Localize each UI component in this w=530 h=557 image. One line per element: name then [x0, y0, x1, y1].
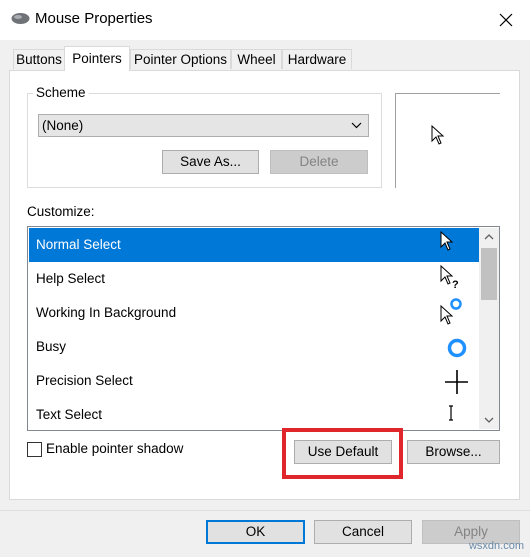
scheme-value: (None): [42, 118, 84, 133]
chevron-down-icon: [351, 122, 362, 129]
help-cursor-icon: ?: [440, 264, 459, 291]
scroll-down-button[interactable]: [479, 411, 499, 429]
chevron-up-icon: [484, 234, 494, 240]
chevron-down-icon: [484, 417, 494, 423]
svg-text:?: ?: [452, 279, 459, 291]
tab-buttons[interactable]: Buttons: [13, 49, 65, 69]
vertical-scrollbar[interactable]: [479, 228, 499, 429]
list-item[interactable]: Precision Select: [29, 364, 479, 398]
busy-ring-icon: [447, 338, 467, 358]
list-item[interactable]: Busy: [29, 330, 479, 364]
customize-label: Customize:: [27, 204, 95, 219]
pointer-shadow-label: Enable pointer shadow: [46, 441, 184, 456]
watermark: wsxdn.com: [468, 540, 524, 552]
mouse-icon: [11, 13, 30, 24]
cursor-list[interactable]: Normal Select Help Select ? Working In B…: [27, 226, 500, 431]
list-item-label: Text Select: [36, 407, 103, 422]
cursor-preview: [395, 93, 500, 188]
arrow-cursor-icon: [431, 125, 445, 145]
list-item-label: Busy: [36, 339, 67, 354]
arrow-cursor-icon: [440, 230, 454, 251]
scheme-label: Scheme: [33, 85, 89, 100]
list-item[interactable]: Working In Background: [29, 296, 479, 330]
list-item-label: Help Select: [36, 271, 106, 286]
close-icon: [499, 13, 513, 27]
delete-button[interactable]: Delete: [270, 150, 368, 174]
list-item[interactable]: Help Select ?: [29, 262, 479, 296]
list-item-label: Precision Select: [36, 373, 133, 388]
highlight-annotation: [282, 428, 403, 479]
close-button[interactable]: [482, 0, 530, 40]
window-title: Mouse Properties: [35, 10, 153, 27]
scroll-up-button[interactable]: [479, 228, 499, 246]
tab-pointer-options[interactable]: Pointer Options: [130, 49, 231, 69]
list-item[interactable]: Text Select: [29, 398, 479, 430]
cancel-button[interactable]: Cancel: [314, 520, 412, 544]
pointer-shadow-checkbox[interactable]: [27, 442, 42, 457]
browse-button[interactable]: Browse...: [407, 440, 500, 464]
ok-button[interactable]: OK: [206, 520, 305, 544]
list-item-label: Normal Select: [36, 237, 121, 252]
scheme-dropdown[interactable]: (None): [38, 114, 369, 137]
crosshair-icon: [445, 370, 468, 394]
title-bar: Mouse Properties: [0, 0, 530, 40]
working-cursor-icon: [440, 298, 462, 325]
ibeam-icon: [449, 405, 453, 421]
save-as-button[interactable]: Save As...: [162, 150, 259, 174]
tab-hardware[interactable]: Hardware: [282, 49, 352, 69]
list-item-label: Working In Background: [36, 305, 177, 320]
tab-wheel[interactable]: Wheel: [231, 49, 282, 69]
tab-pointers[interactable]: Pointers: [64, 46, 130, 71]
list-item[interactable]: Normal Select: [29, 228, 479, 262]
scrollbar-thumb[interactable]: [481, 248, 497, 300]
